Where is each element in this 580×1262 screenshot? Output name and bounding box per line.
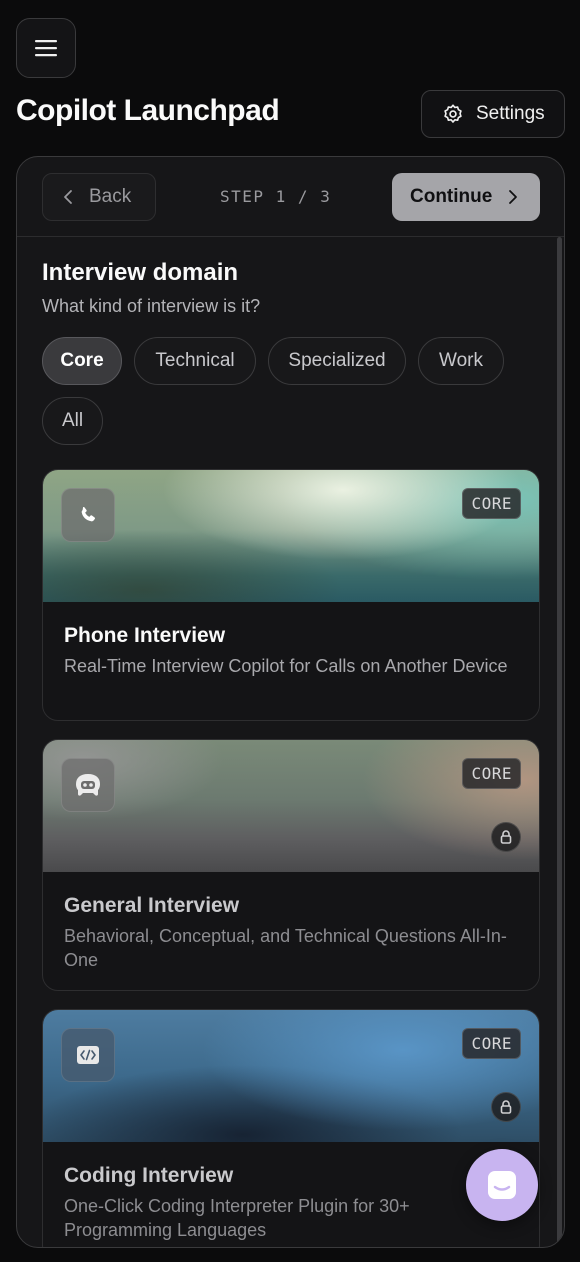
section-title: Interview domain: [42, 259, 239, 286]
filter-chip-work[interactable]: Work: [418, 337, 504, 385]
filter-chip-all[interactable]: All: [42, 397, 103, 445]
hamburger-icon: [35, 40, 57, 57]
continue-label: Continue: [410, 186, 493, 207]
chevron-right-icon: [509, 190, 518, 204]
filter-chip-core[interactable]: Core: [42, 337, 122, 385]
card-description: Behavioral, Conceptual, and Technical Qu…: [64, 926, 507, 970]
card-general-interview[interactable]: CORE General Interview Behavioral, Conce…: [42, 739, 540, 991]
menu-button[interactable]: [16, 18, 76, 78]
lock-icon: [491, 1092, 521, 1122]
code-icon: [61, 1028, 115, 1082]
settings-button[interactable]: Settings: [421, 90, 565, 138]
section-subtitle: What kind of interview is it?: [42, 296, 261, 316]
phone-icon: [61, 488, 115, 542]
card-phone-interview[interactable]: CORE Phone Interview Real-Time Interview…: [42, 469, 540, 721]
card-title: General Interview: [64, 894, 240, 917]
wizard-panel: Back STEP 1 / 3 Continue Interview domai…: [16, 156, 565, 1248]
step-indicator: STEP 1 / 3: [220, 187, 332, 206]
chat-icon: [488, 1171, 516, 1199]
chat-button[interactable]: [466, 1149, 538, 1221]
core-badge: CORE: [462, 1028, 521, 1059]
card-title: Phone Interview: [64, 624, 226, 647]
chevron-left-icon: [64, 190, 72, 204]
back-label: Back: [89, 186, 132, 207]
filter-chip-specialized[interactable]: Specialized: [268, 337, 406, 385]
core-badge: CORE: [462, 758, 521, 789]
scrollbar[interactable]: [557, 237, 562, 1247]
back-button[interactable]: Back: [42, 173, 156, 221]
page-title: Copilot Launchpad: [16, 94, 280, 127]
gear-icon: [444, 104, 462, 123]
filter-chip-technical[interactable]: Technical: [134, 337, 256, 385]
core-badge: CORE: [462, 488, 521, 519]
card-coding-interview[interactable]: CORE Coding Interview One-Click Coding I…: [42, 1009, 540, 1247]
continue-button[interactable]: Continue: [392, 173, 540, 221]
card-description: One-Click Coding Interpreter Plugin for …: [64, 1196, 410, 1240]
settings-label: Settings: [476, 103, 545, 124]
lock-icon: [491, 822, 521, 852]
wizard-header: Back STEP 1 / 3 Continue: [17, 157, 564, 237]
card-title: Coding Interview: [64, 1164, 234, 1187]
card-description: Real-Time Interview Copilot for Calls on…: [64, 656, 508, 676]
robot-icon: [61, 758, 115, 812]
